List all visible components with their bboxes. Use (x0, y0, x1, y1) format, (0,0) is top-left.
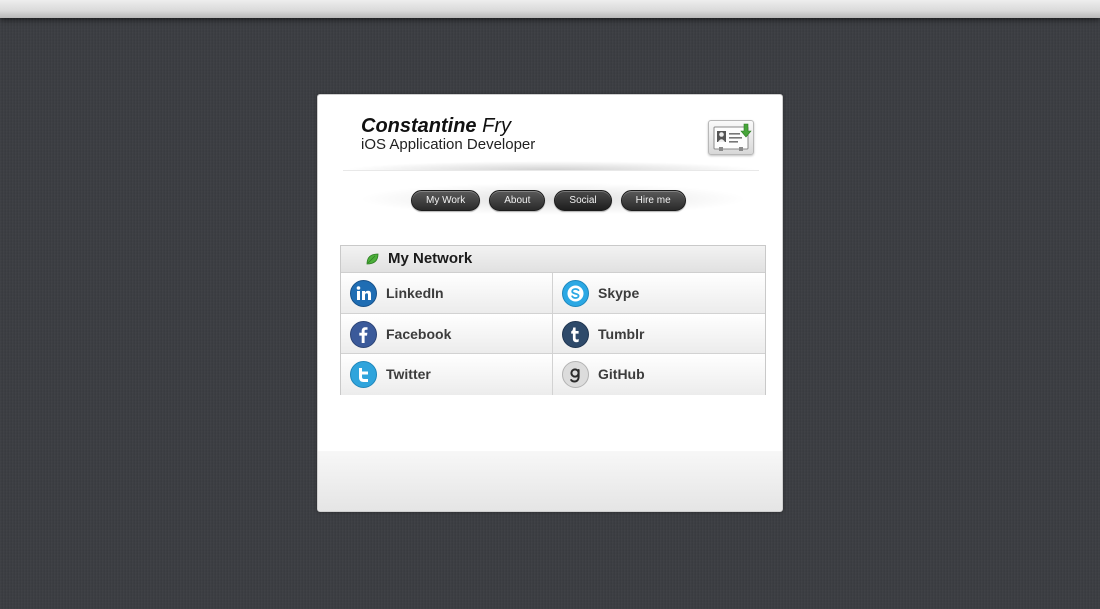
main-nav: My Work About Social Hire me (411, 190, 686, 211)
profile-title: iOS Application Developer (361, 136, 536, 153)
header-divider (343, 161, 759, 171)
profile-card: Constantine Fry iOS Application Develope… (317, 94, 783, 512)
last-name: Fry (482, 115, 512, 137)
network-item-github[interactable]: GitHub (553, 354, 765, 395)
vcard-download-icon[interactable] (708, 120, 754, 155)
profile-name: Constantine Fry (361, 115, 511, 138)
nav-social-button[interactable]: Social (554, 190, 612, 211)
nav-hire-me-button[interactable]: Hire me (620, 190, 686, 211)
card-footer (318, 451, 782, 511)
first-name: Constantine (361, 115, 477, 137)
facebook-icon (350, 320, 377, 348)
nav-about-button[interactable]: About (489, 190, 546, 211)
network-label-linkedin: LinkedIn (386, 285, 444, 301)
network-item-skype[interactable]: Skype (553, 273, 765, 314)
network-label-facebook: Facebook (386, 325, 452, 342)
linkedin-icon (350, 280, 377, 307)
network-item-facebook[interactable]: Facebook (341, 313, 553, 354)
network-item-tumblr[interactable]: Tumblr (553, 313, 765, 354)
network-header: My Network (341, 246, 765, 273)
network-panel: My Network LinkedIn Skype Facebook Tumbl… (340, 245, 766, 395)
network-label-tumblr: Tumblr (598, 325, 645, 342)
tumblr-icon (562, 320, 589, 348)
nav-my-work-button[interactable]: My Work (411, 190, 481, 211)
skype-icon (562, 280, 589, 307)
twitter-icon (350, 361, 377, 388)
network-label-skype: Skype (598, 285, 640, 301)
network-item-linkedin[interactable]: LinkedIn (341, 273, 553, 314)
network-title: My Network (388, 250, 473, 267)
network-grid: LinkedIn Skype Facebook Tumblr Twitter G… (341, 273, 765, 395)
browser-top-bar (0, 0, 1100, 18)
github-icon (562, 361, 589, 388)
network-label-github: GitHub (598, 366, 645, 382)
network-item-twitter[interactable]: Twitter (341, 354, 553, 395)
network-label-twitter: Twitter (386, 366, 431, 382)
leaf-icon (366, 253, 379, 265)
